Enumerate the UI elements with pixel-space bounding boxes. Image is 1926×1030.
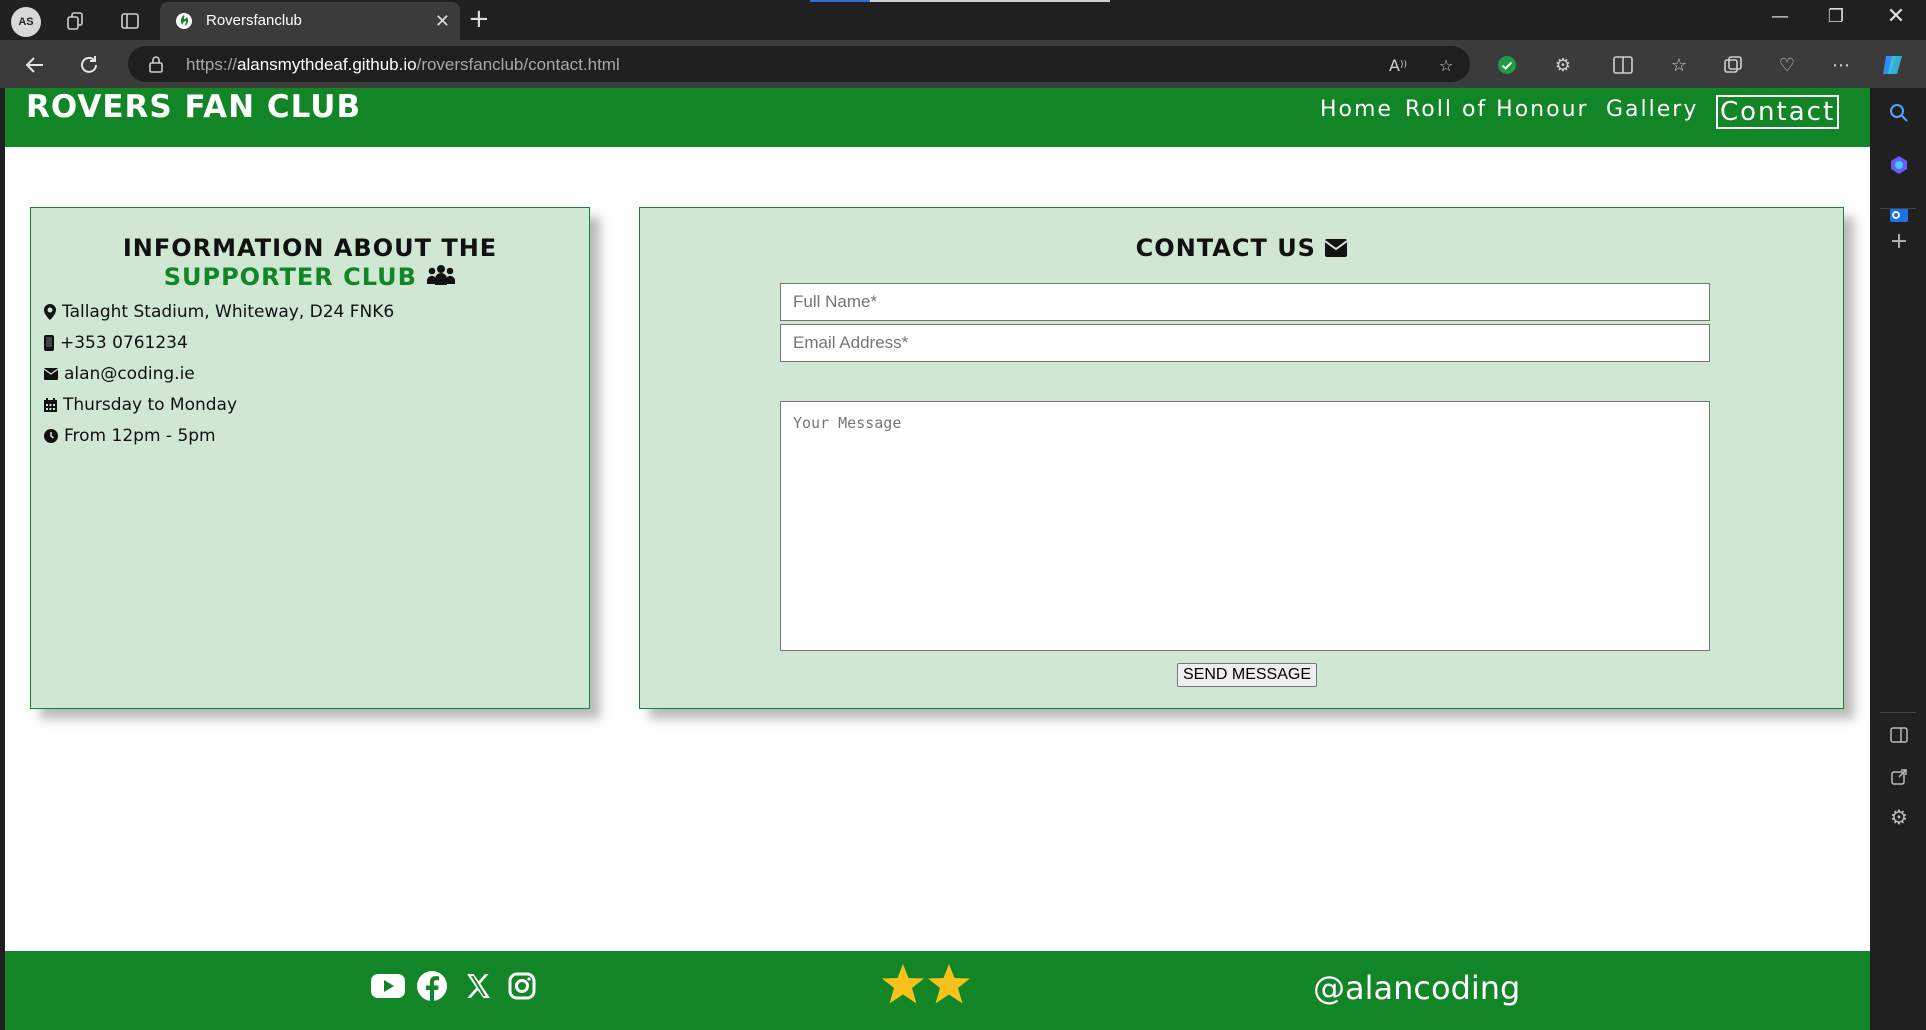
search-icon[interactable] bbox=[1886, 100, 1912, 126]
email-address-input[interactable] bbox=[780, 324, 1710, 362]
nav-roll-of-honour[interactable]: Roll of Honour bbox=[1405, 97, 1589, 122]
contact-title-text: CONTACT US bbox=[1135, 234, 1316, 262]
sidebar-divider-bottom bbox=[1880, 712, 1916, 713]
extension-check-icon[interactable] bbox=[1494, 52, 1520, 78]
contact-card: CONTACT US SEND MESSAGE bbox=[639, 207, 1844, 709]
collections-icon[interactable] bbox=[1720, 52, 1746, 78]
tab-title: Roversfanclub bbox=[206, 12, 302, 29]
calendar-icon bbox=[44, 398, 57, 412]
open-external-icon[interactable] bbox=[1886, 764, 1912, 790]
copilot-sidebar-icon[interactable] bbox=[1886, 152, 1912, 178]
site-header: ROVERS FAN CLUB Home Roll of Honour Gall… bbox=[5, 88, 1870, 147]
info-email-row: alan@coding.ie bbox=[44, 364, 195, 384]
users-icon bbox=[426, 264, 456, 292]
close-window-icon[interactable]: ✕ bbox=[1876, 4, 1916, 29]
minimize-icon[interactable]: — bbox=[1760, 6, 1800, 27]
star-icon bbox=[881, 963, 925, 1009]
site-favicon-icon bbox=[175, 12, 193, 30]
clock-icon bbox=[44, 429, 58, 443]
url-text[interactable]: https://alansmythdeaf.github.io/roversfa… bbox=[186, 55, 620, 75]
tab-close-icon[interactable]: ✕ bbox=[435, 11, 450, 32]
tab-actions-icon[interactable] bbox=[116, 8, 144, 34]
address-bar[interactable]: https://alansmythdeaf.github.io/roversfa… bbox=[128, 46, 1470, 82]
info-address: Tallaght Stadium, Whiteway, D24 FNK6 bbox=[62, 302, 395, 322]
full-name-input[interactable] bbox=[780, 283, 1710, 321]
page-viewport: ROVERS FAN CLUB Home Roll of Honour Gall… bbox=[5, 88, 1870, 1030]
workspaces-icon[interactable] bbox=[62, 8, 90, 34]
info-card: INFORMATION ABOUT THE SUPPORTER CLUB Tal… bbox=[30, 207, 590, 709]
hide-sidebar-icon[interactable] bbox=[1886, 722, 1912, 748]
info-title-line1: INFORMATION ABOUT THE bbox=[122, 234, 498, 262]
lock-icon[interactable] bbox=[148, 55, 164, 77]
nav-contact[interactable]: Contact bbox=[1716, 95, 1840, 129]
more-options-icon[interactable]: ⋯ bbox=[1828, 52, 1854, 78]
social-handle[interactable]: @alancoding bbox=[1313, 969, 1520, 1007]
sidebar-divider bbox=[1880, 208, 1916, 209]
mobile-phone-icon bbox=[44, 335, 54, 351]
favorites-icon[interactable]: ☆ bbox=[1666, 52, 1692, 78]
message-textarea[interactable] bbox=[780, 401, 1710, 651]
split-screen-icon[interactable] bbox=[1610, 52, 1636, 78]
x-icon[interactable] bbox=[461, 969, 495, 1003]
new-tab-icon[interactable]: + bbox=[468, 6, 490, 32]
site-logo[interactable]: ROVERS FAN CLUB bbox=[26, 89, 361, 125]
profile-avatar[interactable]: AS bbox=[11, 7, 41, 37]
info-hours: From 12pm - 5pm bbox=[64, 426, 216, 446]
instagram-icon[interactable] bbox=[505, 969, 539, 1003]
nav-gallery[interactable]: Gallery bbox=[1606, 97, 1698, 122]
favorite-star-icon[interactable]: ☆ bbox=[1434, 53, 1458, 77]
info-phone-row: +353 0761234 bbox=[44, 333, 188, 353]
info-email[interactable]: alan@coding.ie bbox=[64, 364, 195, 384]
info-address-row: Tallaght Stadium, Whiteway, D24 FNK6 bbox=[44, 302, 394, 322]
tab-bar: AS Roversfanclub ✕ + — ❐ ✕ bbox=[0, 0, 1926, 40]
info-days-row: Thursday to Monday bbox=[44, 395, 237, 415]
edge-sidebar: + ⚙ bbox=[1870, 88, 1926, 1030]
extensions-icon[interactable]: ⚙ bbox=[1550, 52, 1576, 78]
outlook-icon[interactable] bbox=[1886, 202, 1912, 228]
browser-window: AS Roversfanclub ✕ + — ❐ ✕ https://alans… bbox=[0, 0, 1926, 1030]
star-icon bbox=[927, 963, 971, 1009]
loading-indicator bbox=[810, 0, 1110, 2]
envelope-icon bbox=[1324, 235, 1348, 263]
address-toolbar: https://alansmythdeaf.github.io/roversfa… bbox=[0, 40, 1926, 88]
info-hours-row: From 12pm - 5pm bbox=[44, 426, 216, 446]
read-aloud-icon[interactable]: A)) bbox=[1386, 53, 1410, 77]
envelope-icon bbox=[44, 368, 58, 380]
add-sidebar-app-icon[interactable]: + bbox=[1886, 228, 1912, 254]
copilot-icon[interactable] bbox=[1880, 52, 1906, 78]
facebook-icon[interactable] bbox=[415, 969, 449, 1003]
restore-icon[interactable]: ❐ bbox=[1816, 6, 1856, 27]
browser-essentials-icon[interactable]: ♡ bbox=[1774, 52, 1800, 78]
info-days: Thursday to Monday bbox=[63, 395, 238, 415]
refresh-icon[interactable] bbox=[74, 50, 104, 80]
active-tab[interactable]: Roversfanclub ✕ bbox=[160, 2, 460, 40]
info-phone: +353 0761234 bbox=[60, 333, 188, 353]
map-marker-icon bbox=[44, 304, 56, 320]
sidebar-settings-icon[interactable]: ⚙ bbox=[1886, 804, 1912, 830]
youtube-icon[interactable] bbox=[371, 969, 405, 1003]
info-title-line2: SUPPORTER CLUB bbox=[31, 263, 589, 292]
site-footer: @alancoding bbox=[5, 951, 1870, 1030]
nav-home[interactable]: Home bbox=[1320, 97, 1393, 122]
info-title-text: SUPPORTER CLUB bbox=[163, 263, 417, 291]
contact-title: CONTACT US bbox=[640, 234, 1843, 263]
send-message-button[interactable]: SEND MESSAGE bbox=[1177, 663, 1317, 687]
back-icon[interactable] bbox=[20, 50, 50, 80]
